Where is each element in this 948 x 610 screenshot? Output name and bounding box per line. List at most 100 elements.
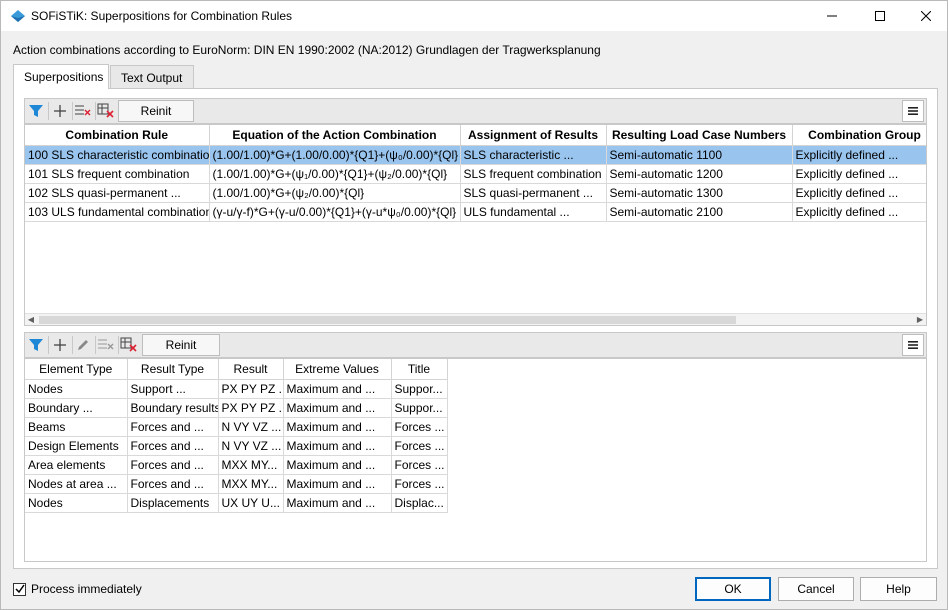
- table-cell[interactable]: Maximum and ...: [283, 417, 392, 437]
- table-cell[interactable]: Explicitly defined ...: [792, 202, 926, 222]
- table-cell[interactable]: Forces and ...: [127, 417, 219, 437]
- table-cell[interactable]: SLS frequent combination: [460, 164, 607, 184]
- filter-button[interactable]: [26, 101, 46, 121]
- table-cell[interactable]: Explicitly defined ...: [792, 183, 926, 203]
- column-header[interactable]: Extreme Values: [283, 359, 392, 380]
- tab-text-output[interactable]: Text Output: [110, 65, 194, 89]
- table-row[interactable]: Nodes at area ... Forces and ... MXX MY.…: [25, 474, 448, 494]
- table-cell[interactable]: SLS quasi-permanent ...: [460, 183, 607, 203]
- table-row[interactable]: Beams Forces and ... N VY VZ ... Maximum…: [25, 417, 448, 437]
- table-cell[interactable]: Maximum and ...: [283, 379, 392, 399]
- filter-button[interactable]: [26, 335, 46, 355]
- reinit-button[interactable]: Reinit: [118, 100, 194, 122]
- table-row[interactable]: Design Elements Forces and ... N VY VZ .…: [25, 436, 448, 456]
- table-cell[interactable]: Forces and ...: [127, 474, 219, 494]
- table-cell[interactable]: Suppor...: [391, 398, 448, 418]
- process-immediately-label[interactable]: Process immediately: [31, 582, 142, 596]
- table-cell[interactable]: 100 SLS characteristic combination: [25, 145, 210, 165]
- add-row-button[interactable]: [50, 101, 70, 121]
- table-cell[interactable]: Maximum and ...: [283, 436, 392, 456]
- table-cell[interactable]: Forces ...: [391, 455, 448, 475]
- table-row[interactable]: Nodes Support ... PX PY PZ ... Maximum a…: [25, 379, 448, 399]
- table-cell[interactable]: Displac...: [391, 493, 448, 513]
- table-cell[interactable]: Forces ...: [391, 436, 448, 456]
- table-cell[interactable]: Semi-automatic 2100: [606, 202, 793, 222]
- checkbox-box[interactable]: [13, 582, 26, 596]
- table-cell[interactable]: (1.00/1.00)*G+(ψ₁/0.00)*{Q1}+(ψ₂/0.00)*{…: [209, 164, 461, 184]
- table-row[interactable]: 102 SLS quasi-permanent ... (1.00/1.00)*…: [25, 183, 926, 203]
- ok-button[interactable]: OK: [695, 577, 771, 601]
- bottom-menu-button[interactable]: [902, 334, 924, 356]
- reinit-button[interactable]: Reinit: [142, 334, 220, 356]
- table-cell[interactable]: N VY VZ ...: [218, 436, 284, 456]
- table-cell[interactable]: 102 SLS quasi-permanent ...: [25, 183, 210, 203]
- table-row[interactable]: 100 SLS characteristic combination (1.00…: [25, 145, 926, 165]
- table-cell[interactable]: Forces ...: [391, 417, 448, 437]
- column-header[interactable]: Equation of the Action Combination: [209, 125, 461, 146]
- table-cell[interactable]: Semi-automatic 1200: [606, 164, 793, 184]
- table-cell[interactable]: Forces ...: [391, 474, 448, 494]
- table-cell[interactable]: Explicitly defined ...: [792, 164, 926, 184]
- table-cell[interactable]: MXX MY...: [218, 455, 284, 475]
- table-cell[interactable]: Semi-automatic 1100: [606, 145, 793, 165]
- tab-superpositions[interactable]: Superpositions: [13, 64, 109, 89]
- table-cell[interactable]: Suppor...: [391, 379, 448, 399]
- scroll-right-icon[interactable]: ▶: [914, 314, 926, 325]
- delete-table-button[interactable]: [96, 101, 116, 121]
- minimize-button[interactable]: [809, 1, 855, 31]
- table-cell[interactable]: SLS characteristic ...: [460, 145, 607, 165]
- delete-row-button[interactable]: [96, 335, 116, 355]
- table-cell[interactable]: Nodes at area ...: [25, 474, 128, 494]
- table-cell[interactable]: Semi-automatic 1300: [606, 183, 793, 203]
- table-cell[interactable]: PX PY PZ ...: [218, 379, 284, 399]
- table-cell[interactable]: Forces and ...: [127, 455, 219, 475]
- column-header[interactable]: Combination Group: [792, 125, 926, 146]
- table-cell[interactable]: Beams: [25, 417, 128, 437]
- scroll-left-icon[interactable]: ◀: [25, 314, 37, 325]
- column-header[interactable]: Combination Rule: [25, 125, 210, 146]
- table-row[interactable]: Boundary ... Boundary results PX PY PZ .…: [25, 398, 448, 418]
- process-immediately-checkbox[interactable]: Process immediately: [13, 582, 142, 596]
- table-cell[interactable]: PX PY PZ ...: [218, 398, 284, 418]
- table-cell[interactable]: (1.00/1.00)*G+(ψ₂/0.00)*{Ql}: [209, 183, 461, 203]
- column-header[interactable]: Result: [218, 359, 284, 380]
- top-menu-button[interactable]: [902, 100, 924, 122]
- column-header[interactable]: Resulting Load Case Numbers: [606, 125, 793, 146]
- column-header[interactable]: Title: [391, 359, 448, 380]
- table-row[interactable]: 101 SLS frequent combination (1.00/1.00)…: [25, 164, 926, 184]
- table-cell[interactable]: ULS fundamental ...: [460, 202, 607, 222]
- delete-row-button[interactable]: [73, 101, 93, 121]
- table-cell[interactable]: Design Elements: [25, 436, 128, 456]
- table-row[interactable]: Nodes Displacements UX UY U... Maximum a…: [25, 493, 448, 513]
- table-cell[interactable]: Nodes: [25, 493, 128, 513]
- table-cell[interactable]: 103 ULS fundamental combination: [25, 202, 210, 222]
- maximize-button[interactable]: [857, 1, 903, 31]
- add-row-button[interactable]: [50, 335, 70, 355]
- close-button[interactable]: [903, 1, 948, 31]
- table-cell[interactable]: Nodes: [25, 379, 128, 399]
- cancel-button[interactable]: Cancel: [778, 577, 854, 601]
- table-cell[interactable]: UX UY U...: [218, 493, 284, 513]
- horizontal-scrollbar[interactable]: ◀ ▶: [25, 313, 926, 325]
- table-cell[interactable]: Area elements: [25, 455, 128, 475]
- table-cell[interactable]: Support ...: [127, 379, 219, 399]
- table-cell[interactable]: 101 SLS frequent combination: [25, 164, 210, 184]
- table-cell[interactable]: Boundary ...: [25, 398, 128, 418]
- scrollbar-thumb[interactable]: [39, 316, 736, 324]
- delete-table-button[interactable]: [119, 335, 139, 355]
- column-header[interactable]: Element Type: [25, 359, 128, 380]
- table-row[interactable]: 103 ULS fundamental combination (γ-u/γ-f…: [25, 202, 926, 222]
- help-button[interactable]: Help: [860, 577, 937, 601]
- column-header[interactable]: Result Type: [127, 359, 219, 380]
- table-cell[interactable]: Maximum and ...: [283, 493, 392, 513]
- table-cell[interactable]: Boundary results: [127, 398, 219, 418]
- edit-button[interactable]: [73, 335, 93, 355]
- table-cell[interactable]: (γ-u/γ-f)*G+(γ-u/0.00)*{Q1}+(γ-u*ψ₀/0.00…: [209, 202, 461, 222]
- table-cell[interactable]: (1.00/1.00)*G+(1.00/0.00)*{Q1}+(ψ₀/0.00)…: [209, 145, 461, 165]
- table-cell[interactable]: N VY VZ ...: [218, 417, 284, 437]
- table-cell[interactable]: MXX MY...: [218, 474, 284, 494]
- table-cell[interactable]: Explicitly defined ...: [792, 145, 926, 165]
- table-cell[interactable]: Maximum and ...: [283, 474, 392, 494]
- column-header[interactable]: Assignment of Results: [460, 125, 607, 146]
- table-cell[interactable]: Maximum and ...: [283, 455, 392, 475]
